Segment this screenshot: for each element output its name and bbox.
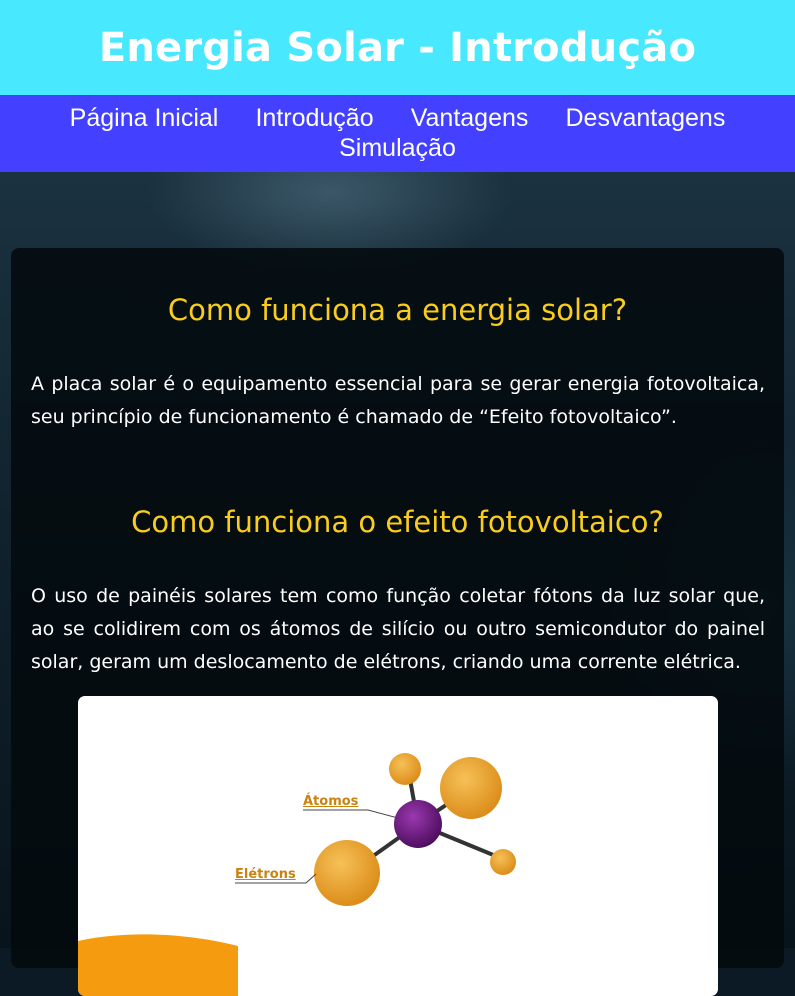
electron-small-right [490, 849, 516, 875]
section-text-solar-energy: A placa solar é o equipamento essencial … [31, 373, 765, 428]
label-electrons: Elétrons [235, 867, 296, 882]
orange-wave-decoration [78, 934, 238, 996]
content-card: Como funciona a energia solar? A placa s… [11, 248, 784, 996]
site-title: Energia Solar - Introdução [98, 24, 697, 71]
section-heading-photovoltaic-effect: Como funciona o efeito fotovoltaico? [131, 505, 664, 539]
section-heading-solar-energy: Como funciona a energia solar? [167, 293, 628, 327]
site-header: Energia Solar - Introdução [0, 0, 795, 95]
main-nav: Página Inicial Introdução Vantagens Desv… [0, 95, 795, 172]
atoms-leader-line [303, 809, 399, 819]
nav-link-introduction[interactable]: Introdução [255, 103, 373, 133]
electron-small-top [389, 753, 421, 785]
atom-nucleus [394, 800, 442, 848]
nav-link-home[interactable]: Página Inicial [70, 103, 219, 133]
photovoltaic-illustration: Átomos Elétrons [78, 696, 718, 996]
nav-link-disadvantages[interactable]: Desvantagens [566, 103, 726, 133]
section-text-photovoltaic-effect: O uso de painéis solares tem como função… [31, 585, 765, 673]
electron-large-right [440, 757, 502, 819]
atom-diagram [78, 753, 516, 996]
electron-large-left [314, 840, 380, 906]
nav-link-simulation[interactable]: Simulação [339, 133, 456, 163]
nav-link-advantages[interactable]: Vantagens [411, 103, 529, 133]
label-atoms: Átomos [303, 794, 359, 809]
